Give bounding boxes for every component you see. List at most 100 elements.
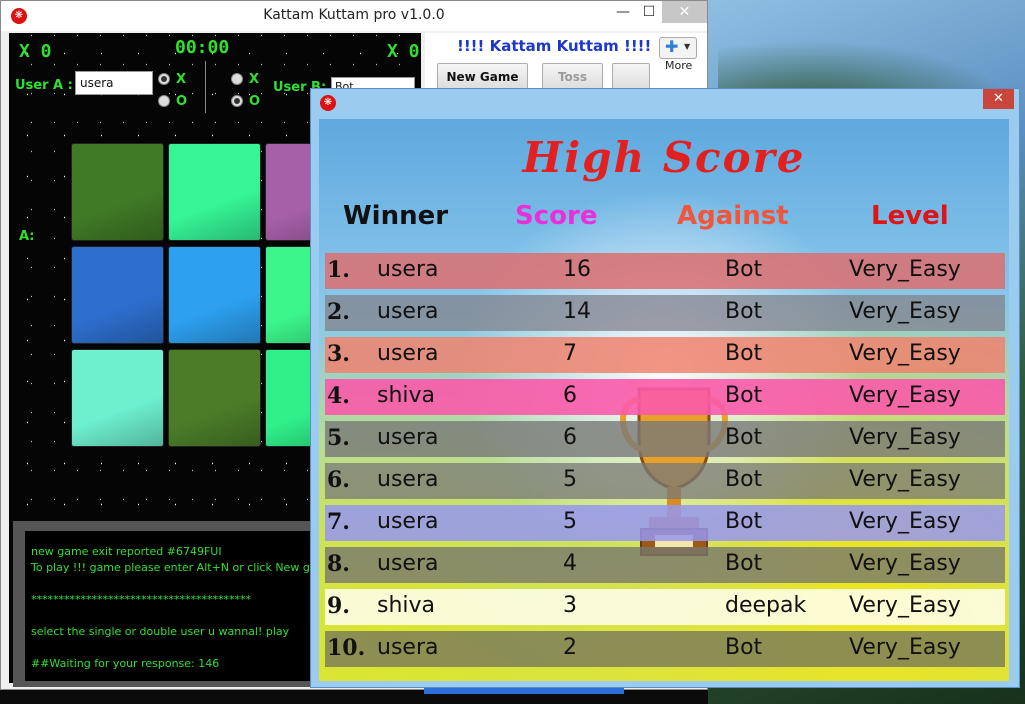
taskbar-strip — [424, 688, 624, 694]
row-level: Very_Easy — [849, 551, 961, 576]
row-level: Very_Easy — [849, 593, 961, 618]
row-rank: 5. — [327, 425, 350, 451]
row-against: Bot — [725, 635, 763, 660]
high-score-close-button[interactable]: ✕ — [983, 89, 1014, 109]
row-rank: 10. — [327, 635, 366, 661]
row-score: 4 — [563, 551, 577, 576]
row-score: 3 — [563, 593, 577, 618]
log-line: new game exit reported #6749FUI — [31, 545, 222, 558]
row-winner: usera — [377, 299, 439, 324]
row-against: Bot — [725, 509, 763, 534]
row-score: 5 — [563, 509, 577, 534]
score-user-a: X 0 — [19, 41, 52, 62]
row-score: 5 — [563, 467, 577, 492]
row-rank: 9. — [327, 593, 350, 619]
high-score-app-icon: ❋ — [320, 95, 336, 111]
row-winner: usera — [377, 341, 439, 366]
more-button[interactable]: ✚ ▼ — [659, 37, 697, 59]
row-against: Bot — [725, 551, 763, 576]
score-row: 3. usera 7 Bot Very_Easy — [325, 337, 1005, 373]
extra-button[interactable] — [612, 63, 650, 91]
score-row: 10. usera 2 Bot Very_Easy — [325, 631, 1005, 667]
user-b-o-label: O — [249, 94, 261, 109]
user-a-x-radio[interactable] — [158, 73, 170, 85]
row-against: Bot — [725, 257, 763, 282]
col-header-score: Score — [515, 201, 598, 231]
row-winner: usera — [377, 467, 439, 492]
user-a-x-label: X — [176, 72, 187, 87]
row-against: Bot — [725, 467, 763, 492]
new-game-button[interactable]: New Game — [437, 63, 528, 91]
row-winner: usera — [377, 509, 439, 534]
row-rank: 4. — [327, 383, 350, 409]
row-rank: 2. — [327, 299, 350, 325]
row-against: Bot — [725, 341, 763, 366]
row-level: Very_Easy — [849, 383, 961, 408]
log-line: ##Waiting for your response: 146 — [31, 657, 220, 670]
log-line: To play !!! game please enter Alt+N or c… — [31, 561, 335, 574]
user-b-x-label: X — [249, 72, 260, 87]
score-row: 8. usera 4 Bot Very_Easy — [325, 547, 1005, 583]
score-row: 1. usera 16 Bot Very_Easy — [325, 253, 1005, 289]
log-line: **************************************** — [31, 593, 251, 606]
grid-cell[interactable] — [168, 349, 261, 447]
row-score: 6 — [563, 383, 577, 408]
row-against: deepak — [725, 593, 807, 618]
close-button[interactable]: ✕ — [662, 1, 707, 23]
row-level: Very_Easy — [849, 425, 961, 450]
score-row: 5. usera 6 Bot Very_Easy — [325, 421, 1005, 457]
row-against: Bot — [725, 425, 763, 450]
row-score: 16 — [563, 257, 591, 282]
col-header-level: Level — [871, 201, 949, 231]
grid-cell[interactable] — [71, 349, 164, 447]
app-heading: !!!! Kattam Kuttam !!!! — [457, 37, 652, 55]
row-against: Bot — [725, 383, 763, 408]
plus-icon: ✚ — [665, 37, 679, 56]
row-level: Very_Easy — [849, 257, 961, 282]
high-score-panel: High Score Winner Score Against Level 1.… — [319, 119, 1009, 681]
score-row: 7. usera 5 Bot Very_Easy — [325, 505, 1005, 541]
log-line: select the single or double user u wanna… — [31, 625, 290, 638]
grid-cell[interactable] — [71, 246, 164, 344]
grid-cell[interactable] — [168, 143, 261, 241]
row-rank: 8. — [327, 551, 350, 577]
row-level: Very_Easy — [849, 467, 961, 492]
maximize-button[interactable]: ☐ — [634, 1, 664, 23]
row-winner: shiva — [377, 593, 436, 618]
row-score: 14 — [563, 299, 591, 324]
user-a-label: User A : — [15, 78, 73, 93]
row-score: 2 — [563, 635, 577, 660]
row-rank: 7. — [327, 509, 350, 535]
high-score-title: High Score — [522, 133, 806, 182]
window-title: Kattam Kuttam pro v1.0.0 — [263, 7, 445, 23]
row-rank: 3. — [327, 341, 350, 367]
game-timer: 00:00 — [175, 37, 230, 58]
row-winner: usera — [377, 551, 439, 576]
row-level: Very_Easy — [849, 635, 961, 660]
score-row: 4. shiva 6 Bot Very_Easy — [325, 379, 1005, 415]
row-winner: shiva — [377, 383, 436, 408]
control-panel: !!!! Kattam Kuttam !!!! ✚ ▼ More New Gam… — [425, 33, 707, 91]
row-level: Very_Easy — [849, 509, 961, 534]
row-score: 7 — [563, 341, 577, 366]
row-winner: usera — [377, 425, 439, 450]
score-row: 6. usera 5 Bot Very_Easy — [325, 463, 1005, 499]
user-a-o-radio[interactable] — [158, 95, 170, 107]
main-title-bar: ❋ Kattam Kuttam pro v1.0.0 — ☐ ✕ — [1, 1, 707, 31]
score-user-b: X 0 — [387, 41, 420, 62]
user-b-x-radio[interactable] — [231, 73, 243, 85]
chevron-down-icon: ▼ — [684, 42, 691, 51]
row-score: 6 — [563, 425, 577, 450]
row-rank: 1. — [327, 257, 350, 283]
row-rank: 6. — [327, 467, 350, 493]
side-label: A: — [19, 229, 35, 244]
user-a-input[interactable]: usera — [75, 71, 153, 95]
divider — [205, 61, 206, 113]
grid-cell[interactable] — [71, 143, 164, 241]
high-score-window: ❋ ✕ High Score Winner Score Against Leve… — [310, 88, 1020, 688]
score-row: 9. shiva 3 deepak Very_Easy — [325, 589, 1005, 625]
user-b-o-radio[interactable] — [231, 95, 243, 107]
grid-cell[interactable] — [168, 246, 261, 344]
toss-button[interactable]: Toss — [542, 63, 603, 91]
row-level: Very_Easy — [849, 299, 961, 324]
